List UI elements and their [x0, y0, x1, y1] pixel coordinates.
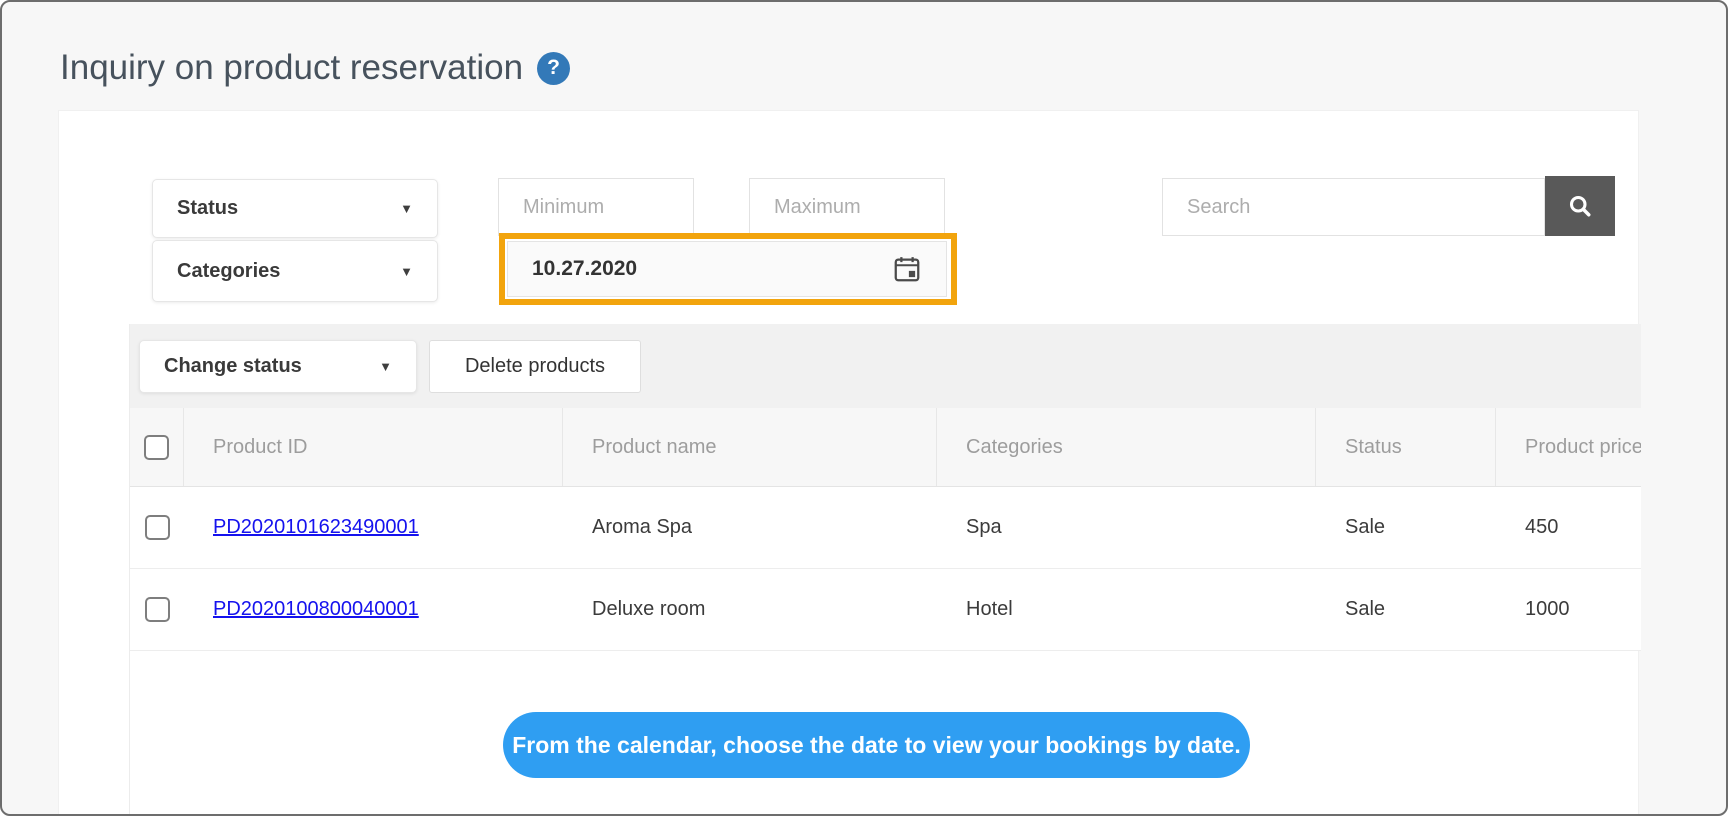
table-cell-checkbox [130, 569, 184, 650]
table-row: PD2020100800040001 Deluxe roomHotelSale10… [130, 569, 1641, 651]
categories-dropdown-label: Categories [177, 260, 280, 283]
change-status-label: Change status [164, 355, 302, 378]
table-cell-product-id: PD2020101623490001 [184, 487, 563, 568]
app-frame: Inquiry on product reservation ? Status … [0, 0, 1728, 816]
status-dropdown[interactable]: Status ▼ [152, 179, 438, 238]
status-dropdown-label: Status [177, 197, 238, 220]
table-header-cell: Product name [563, 408, 937, 486]
table-cell-product-price: 450 [1496, 487, 1641, 568]
screenshot: Inquiry on product reservation ? Status … [0, 0, 1728, 816]
help-icon-glyph: ? [547, 56, 560, 80]
callout-tooltip: From the calendar, choose the date to vi… [503, 712, 1250, 778]
product-id-link[interactable]: PD2020101623490001 [213, 516, 419, 539]
select-all-checkbox[interactable] [144, 435, 169, 460]
page-title: Inquiry on product reservation [60, 48, 523, 88]
change-status-dropdown[interactable]: Change status ▼ [139, 340, 417, 393]
delete-products-button[interactable]: Delete products [429, 340, 641, 393]
minimum-price-input[interactable] [498, 178, 694, 236]
chevron-down-icon: ▼ [400, 201, 413, 216]
calendar-icon[interactable] [892, 254, 922, 284]
product-id-link[interactable]: PD2020100800040001 [213, 598, 419, 621]
row-checkbox[interactable] [145, 597, 170, 622]
callout-text: From the calendar, choose the date to vi… [512, 732, 1241, 759]
table-cell-checkbox [130, 487, 184, 568]
table-cell-categories: Spa [937, 487, 1316, 568]
table-header-cell: Categories [937, 408, 1316, 486]
row-checkbox[interactable] [145, 515, 170, 540]
search-button[interactable] [1545, 176, 1615, 236]
date-value: 10.27.2020 [532, 257, 637, 281]
table-cell-product-name: Deluxe room [563, 569, 937, 650]
table-cell-categories: Hotel [937, 569, 1316, 650]
help-icon[interactable]: ? [537, 52, 570, 85]
table-area: Product ID Product name Categories Statu… [129, 324, 1641, 816]
table-cell-status: Sale [1316, 487, 1496, 568]
table-header-cell [130, 408, 184, 486]
date-picker-field[interactable]: 10.27.2020 [507, 241, 947, 297]
categories-dropdown[interactable]: Categories ▼ [152, 240, 438, 302]
table-header-row: Product ID Product name Categories Statu… [130, 408, 1641, 487]
table-body: PD2020101623490001Aroma SpaSpaSale450PD2… [130, 487, 1641, 651]
table-header-cell: Product price [1496, 408, 1641, 486]
table-header-cell: Product ID [184, 408, 563, 486]
maximum-price-input[interactable] [749, 178, 945, 236]
search-input[interactable] [1162, 178, 1545, 236]
chevron-down-icon: ▼ [400, 264, 413, 279]
search-icon [1566, 192, 1594, 220]
table-cell-product-id: PD2020100800040001 [184, 569, 563, 650]
table-row: PD2020101623490001 Aroma SpaSpaSale450 [130, 487, 1641, 569]
table-cell-status: Sale [1316, 569, 1496, 650]
page-header: Inquiry on product reservation ? [60, 48, 570, 88]
table-cell-product-name: Aroma Spa [563, 487, 937, 568]
table-cell-product-price: 1000 [1496, 569, 1641, 650]
chevron-down-icon: ▼ [379, 359, 392, 374]
table-header-cell: Status [1316, 408, 1496, 486]
